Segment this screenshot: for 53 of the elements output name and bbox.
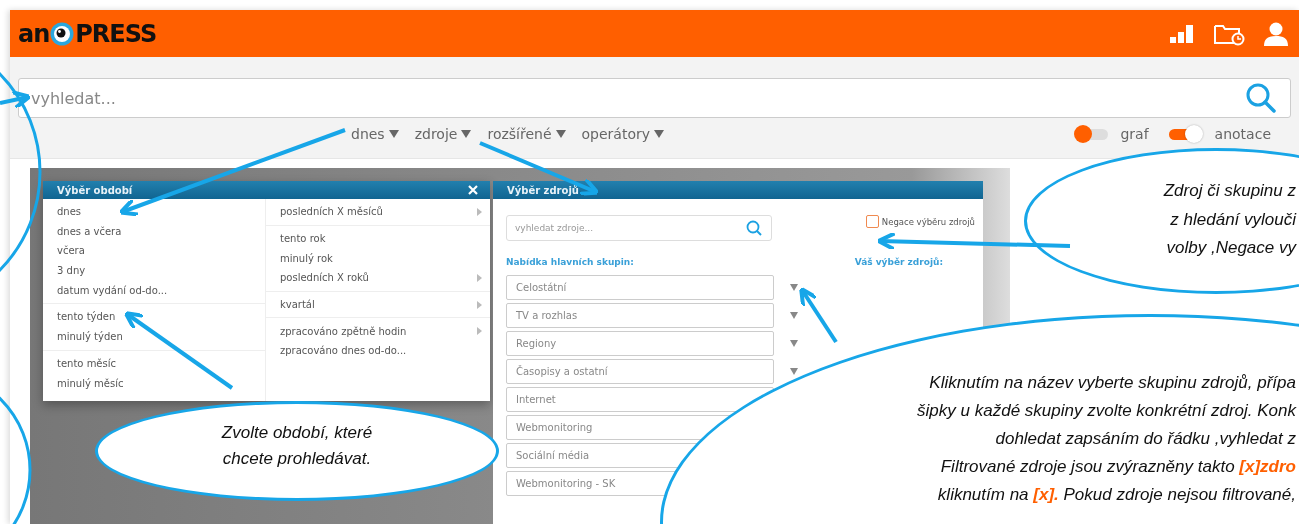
menu-item[interactable]: dnes: [43, 202, 265, 222]
toggle-label: anotace: [1214, 126, 1271, 142]
checkbox[interactable]: [865, 215, 879, 228]
source-group-item[interactable]: Regiony: [506, 331, 774, 356]
filter-dropdown[interactable]: operátory: [581, 126, 665, 142]
menu-item[interactable]: tento týden: [43, 307, 265, 328]
filter-dropdown[interactable]: dnes: [351, 126, 399, 142]
menu-item[interactable]: 3 dny: [43, 261, 265, 281]
caret-icon: [461, 130, 472, 138]
caret-icon[interactable]: [790, 312, 798, 319]
toggle-switch[interactable]: [1168, 125, 1203, 143]
toggle-label: graf: [1120, 126, 1149, 142]
menu-item[interactable]: kvartál: [266, 294, 490, 315]
user-icon[interactable]: [1263, 20, 1289, 47]
source-search-field[interactable]: vyhledat zdroje...: [506, 215, 772, 241]
menu-item[interactable]: datum vydání od-do...: [43, 280, 265, 301]
arrow: [799, 286, 838, 344]
filter-dropdown[interactable]: rozšířené: [487, 126, 566, 142]
eye-icon: [50, 21, 75, 46]
source-group-item[interactable]: Časopisy a ostatní: [506, 359, 774, 384]
menu-item[interactable]: minulý týden: [43, 327, 265, 347]
caret-icon[interactable]: [790, 340, 798, 347]
checkbox-label: Negace výběru zdrojů: [881, 216, 975, 227]
source-group-item[interactable]: TV a rozhlas: [506, 303, 774, 328]
menu-item[interactable]: minulý měsíc: [43, 373, 265, 394]
menu-item[interactable]: tento měsíc: [43, 353, 265, 374]
search-icon[interactable]: [746, 220, 762, 236]
section-heading: Váš výběr zdrojů:: [854, 257, 943, 267]
menu-item[interactable]: posledních X měsíců: [266, 202, 490, 222]
caret-icon: [388, 130, 399, 138]
search-field[interactable]: vyhledat...: [18, 78, 1291, 118]
menu-item[interactable]: včera: [43, 241, 265, 262]
caret-icon[interactable]: [790, 284, 798, 291]
section-heading: Nabídka hlavních skupin:: [506, 257, 634, 267]
menu-item[interactable]: zpracováno dnes od-do...: [266, 341, 490, 361]
source-group-item[interactable]: Celostátní: [506, 275, 774, 300]
panel-title: Výběr zdrojů: [507, 184, 579, 196]
panel-title: Výběr období: [57, 184, 133, 196]
caret-icon: [654, 130, 665, 138]
search-icon[interactable]: [1245, 83, 1277, 113]
bar-chart-icon[interactable]: [1169, 23, 1195, 44]
filter-dropdown[interactable]: zdroje: [414, 126, 472, 142]
menu-item[interactable]: zpracováno zpětně hodin: [266, 321, 490, 342]
caret-icon: [555, 130, 566, 138]
caret-icon[interactable]: [790, 368, 798, 375]
toggle-switch[interactable]: [1074, 125, 1109, 143]
logo[interactable]: an PRESS: [18, 19, 157, 48]
menu-item[interactable]: tento rok: [266, 228, 490, 249]
menu-item[interactable]: posledních X roků: [266, 268, 490, 288]
menu-item[interactable]: minulý rok: [266, 248, 490, 269]
menu-item[interactable]: dnes a včera: [43, 221, 265, 242]
arrow: [0, 90, 32, 110]
close-icon[interactable]: [468, 185, 478, 195]
